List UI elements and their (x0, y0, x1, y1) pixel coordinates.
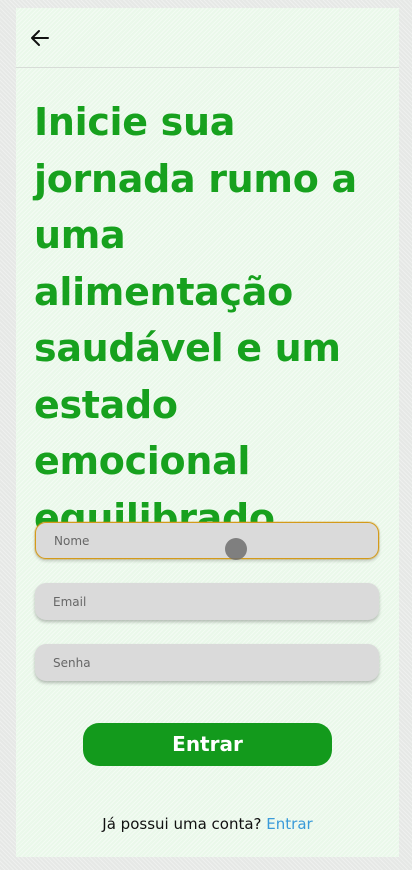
arrow-left-icon (31, 30, 49, 46)
page-title: Inicie sua jornada rumo a uma alimentaçã… (34, 100, 357, 540)
login-link[interactable]: Entrar (266, 815, 312, 833)
touch-cursor-indicator (225, 538, 247, 560)
submit-button[interactable]: Entrar (83, 723, 332, 766)
login-prompt: Já possui uma conta? Entrar (16, 815, 399, 833)
login-prompt-text: Já possui uma conta? (102, 815, 262, 833)
name-input[interactable] (35, 522, 379, 559)
top-app-bar (16, 8, 399, 68)
signup-screen: Inicie sua jornada rumo a uma alimentaçã… (16, 8, 399, 857)
email-input[interactable] (35, 583, 379, 620)
password-input[interactable] (35, 644, 379, 681)
back-button[interactable] (28, 26, 52, 50)
